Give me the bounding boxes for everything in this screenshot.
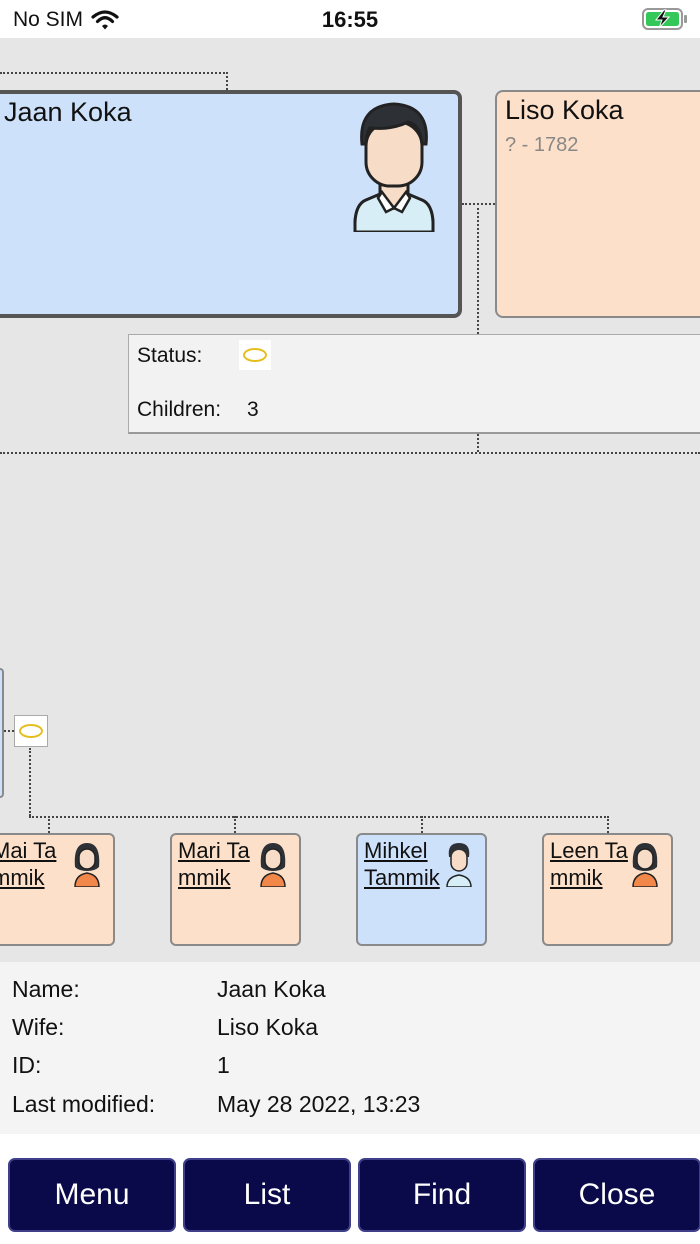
name-value: Jaan Koka [217,976,326,1002]
connector-line [4,730,14,732]
spouse-dates: ? - 1782 [505,134,579,156]
list-button[interactable]: List [183,1158,351,1232]
child-name: Mai Tammik [0,838,57,890]
child-card[interactable]: Mari Tammik [170,833,301,946]
partial-person-card[interactable] [0,668,4,798]
children-count: 3 [247,398,259,421]
wife-value: Liso Koka [217,1014,319,1040]
child-name: Mari Tammik [178,838,250,890]
wedding-ring-icon [239,340,271,370]
connector-line [477,434,479,452]
bottom-toolbar: Menu List Find Close [0,1134,700,1244]
child-name: Mihkel Tammik [364,838,440,890]
spouse-card[interactable]: Liso Koka ? - 1782 [495,90,700,318]
wife-label: Wife: [12,1014,65,1040]
connector-line [0,452,700,454]
female-avatar-icon [74,843,100,887]
person-name: Jaan Koka [4,97,132,127]
person-details-panel: Name: Jaan Koka Wife: Liso Koka ID: 1 La… [0,962,700,1134]
find-button[interactable]: Find [358,1158,526,1232]
clock: 16:55 [321,7,379,32]
female-avatar-icon [260,843,286,887]
status-label: Status: [137,344,203,367]
male-avatar-icon [353,102,435,232]
connector-line [29,816,609,818]
status-bar: No SIM 16:55 [0,0,700,38]
last-modified-label: Last modified: [12,1091,156,1117]
connector-line [29,748,31,816]
connector-line [0,72,228,74]
children-label: Children: [137,398,222,421]
child-card[interactable]: Leen Tammik [542,833,673,946]
connector-line [607,816,609,833]
id-label: ID: [12,1052,42,1078]
name-label: Name: [12,976,80,1002]
connector-line [48,816,50,833]
child-card[interactable]: Mihkel Tammik [356,833,487,946]
female-avatar-icon [632,843,658,887]
last-modified-value: May 28 2022, 13:23 [217,1091,421,1117]
child-name: Leen Tammik [550,838,628,890]
male-avatar-icon [446,843,472,887]
menu-button[interactable]: Menu [8,1158,176,1232]
connector-line [421,816,423,833]
child-card[interactable]: Mai Tammik [0,833,115,946]
marriage-ring-icon[interactable] [14,715,48,747]
connector-line [234,816,236,833]
spouse-name: Liso Koka [505,95,624,125]
selected-person-card[interactable]: Jaan Koka [0,90,462,318]
family-tree-canvas[interactable]: Jaan Koka Liso Koka ? - 1782 Status: Chi… [0,38,700,962]
connector-line [477,203,479,334]
id-value: 1 [217,1052,230,1078]
relationship-info-box[interactable]: Status: Children: 3 [128,334,700,434]
close-button[interactable]: Close [533,1158,700,1232]
battery-charging-icon [642,8,687,30]
connector-line [226,72,228,90]
